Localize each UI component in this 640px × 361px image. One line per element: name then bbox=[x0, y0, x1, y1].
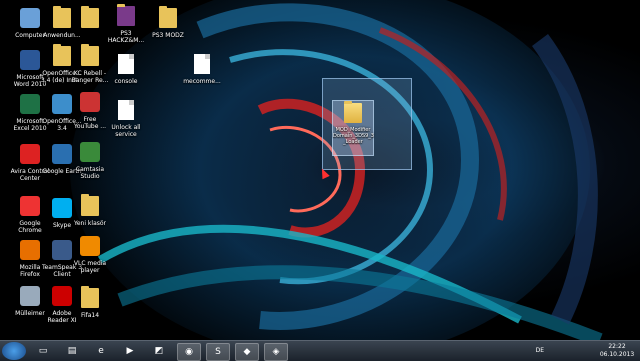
desktop-icon-label: PS3 MODZ bbox=[152, 32, 184, 39]
language-indicator[interactable]: DE bbox=[536, 347, 544, 354]
desktop-icon[interactable]: mecomme... bbox=[176, 52, 228, 85]
desktop-icon-label: console bbox=[114, 78, 138, 85]
archive-icon bbox=[341, 101, 365, 125]
taskbar-explorer-button[interactable]: ▭ bbox=[32, 343, 54, 359]
folder-icon bbox=[78, 44, 102, 68]
desktop-icon-label: Anwendun... bbox=[43, 32, 81, 39]
taskbar-app8-button[interactable]: ◆ bbox=[235, 343, 259, 361]
dragged-file[interactable]: MOD_Modifier Domain_3DS9_3 _Loader bbox=[332, 100, 374, 156]
start-button[interactable] bbox=[2, 342, 26, 360]
file-icon bbox=[190, 52, 214, 76]
media-player-icon: ▶ bbox=[126, 346, 134, 356]
clock-time: 22:22 bbox=[608, 343, 626, 350]
folder-icon bbox=[78, 286, 102, 310]
taskbar-chrome-button[interactable]: ◉ bbox=[177, 343, 201, 361]
youtube-icon bbox=[78, 90, 102, 114]
desktop-icon-label: VLC media player bbox=[73, 260, 107, 274]
folder-icon: ▭ bbox=[38, 346, 48, 356]
internet-explorer-icon: e bbox=[98, 346, 104, 356]
folder-icon bbox=[78, 6, 102, 30]
archive-icon: ▤ bbox=[67, 346, 77, 356]
taskbar-app9-button[interactable]: ◈ bbox=[264, 343, 288, 361]
vlc-icon bbox=[78, 234, 102, 258]
desktop-icon[interactable]: PS3 MODZ bbox=[142, 6, 194, 39]
desktop-icon[interactable]: Camtasia Studio bbox=[64, 140, 116, 180]
taskbar-skype-button[interactable]: S bbox=[206, 343, 230, 361]
taskbar-ie-button[interactable]: e bbox=[90, 343, 112, 359]
desktop-icon-label: mecomme... bbox=[183, 78, 221, 85]
desktop-icon-label: Fifa14 bbox=[80, 312, 100, 319]
desktop-icon[interactable]: VLC media player bbox=[64, 234, 116, 274]
file-icon bbox=[114, 98, 138, 122]
chrome-icon: ◉ bbox=[185, 347, 193, 357]
archive-icon bbox=[156, 6, 180, 30]
clock-date: 06.10.2013 bbox=[599, 351, 635, 358]
desktop-icon-label: Unlock all service bbox=[111, 124, 141, 138]
camtasia-icon: ◩ bbox=[154, 346, 164, 356]
desktop-icon[interactable]: console bbox=[100, 52, 152, 85]
archive-icon bbox=[114, 4, 138, 28]
taskbar-camtasia-button[interactable]: ◩ bbox=[148, 343, 170, 359]
desktop-icon[interactable]: Fifa14 bbox=[64, 286, 116, 319]
desktop-icon[interactable]: Unlock all service bbox=[100, 98, 152, 138]
desktop-icon-label: Camtasia Studio bbox=[75, 166, 105, 180]
skype-icon: S bbox=[215, 347, 221, 357]
desktop[interactable]: Computer Anwendun... PS3 HACKZ&M... PS3 MOD… bbox=[0, 0, 640, 340]
desktop-icon[interactable]: Yeni klasör bbox=[64, 194, 116, 227]
file-icon bbox=[114, 52, 138, 76]
folder-icon bbox=[78, 194, 102, 218]
taskbar-archive-button[interactable]: ▤ bbox=[61, 343, 83, 359]
taskbar: ▭ ▤ e ▶ ◩ ◉ S ◆ ◈ DE 22:22 06.10.2013 bbox=[0, 340, 640, 361]
taskbar-media-player-button[interactable]: ▶ bbox=[119, 343, 141, 359]
app-icon: ◆ bbox=[243, 347, 251, 357]
dragged-file-label: MOD_Modifier Domain_3DS9_3 _Loader bbox=[333, 127, 374, 145]
desktop-icon-label: Yeni klasör bbox=[73, 220, 107, 227]
camtasia-icon bbox=[78, 140, 102, 164]
clock[interactable]: 22:22 06.10.2013 bbox=[598, 343, 636, 359]
app-icon: ◈ bbox=[272, 347, 280, 357]
